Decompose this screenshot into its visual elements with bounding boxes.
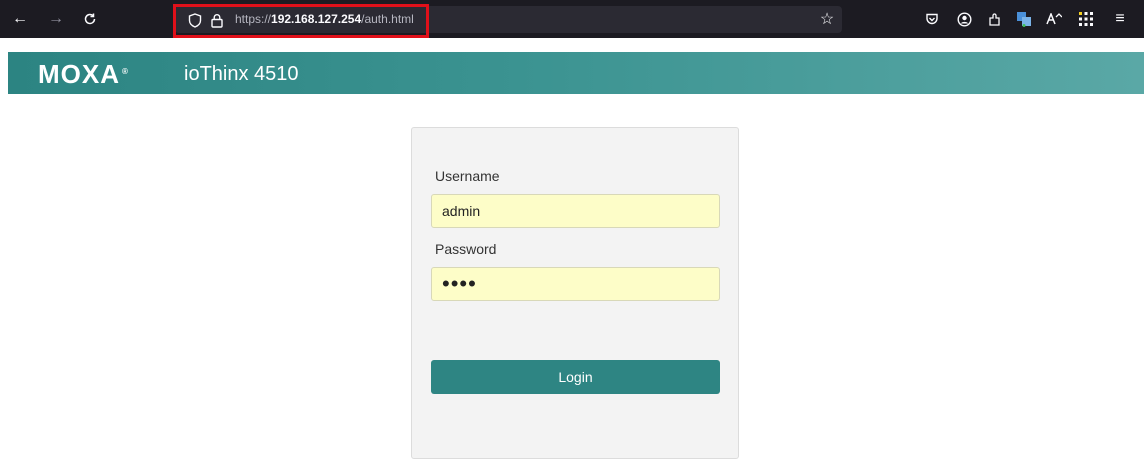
- username-input[interactable]: [431, 194, 720, 228]
- browser-toolbar: ← → https://192.168.127.254/auth.html ☆: [0, 0, 1144, 38]
- login-panel: Username Password •••• Login: [411, 127, 739, 459]
- logo-registered-mark: ®: [122, 67, 129, 76]
- header-banner: MOXA ® ioThinx 4510: [8, 52, 1144, 94]
- translate-icon[interactable]: [1012, 7, 1036, 31]
- product-name: ioThinx 4510: [184, 63, 299, 85]
- bookmark-star-icon[interactable]: ☆: [815, 8, 839, 32]
- password-label: Password: [435, 241, 497, 257]
- url-path: /auth.html: [361, 12, 414, 26]
- login-button[interactable]: Login: [431, 360, 720, 394]
- apps-grid-icon[interactable]: [1074, 7, 1098, 31]
- reload-icon[interactable]: [78, 7, 102, 31]
- forward-arrow-icon[interactable]: →: [44, 7, 68, 31]
- lock-icon[interactable]: [205, 8, 229, 32]
- shield-icon[interactable]: [183, 8, 207, 32]
- back-arrow-icon[interactable]: ←: [8, 7, 32, 31]
- extensions-icon[interactable]: [982, 7, 1006, 31]
- moxa-logo: MOXA ®: [38, 60, 129, 88]
- account-icon[interactable]: [952, 7, 976, 31]
- address-bar[interactable]: https://192.168.127.254/auth.html ☆: [175, 6, 842, 33]
- url-host: 192.168.127.254: [271, 12, 362, 26]
- logo-text: MOXA: [38, 59, 120, 89]
- password-input[interactable]: ••••: [431, 267, 720, 301]
- username-label: Username: [435, 168, 500, 184]
- url-text[interactable]: https://192.168.127.254/auth.html: [235, 6, 414, 33]
- hamburger-menu-icon[interactable]: ≡: [1108, 7, 1132, 31]
- url-protocol: https://: [235, 12, 272, 26]
- pocket-icon[interactable]: [920, 7, 944, 31]
- font-icon[interactable]: [1042, 7, 1066, 31]
